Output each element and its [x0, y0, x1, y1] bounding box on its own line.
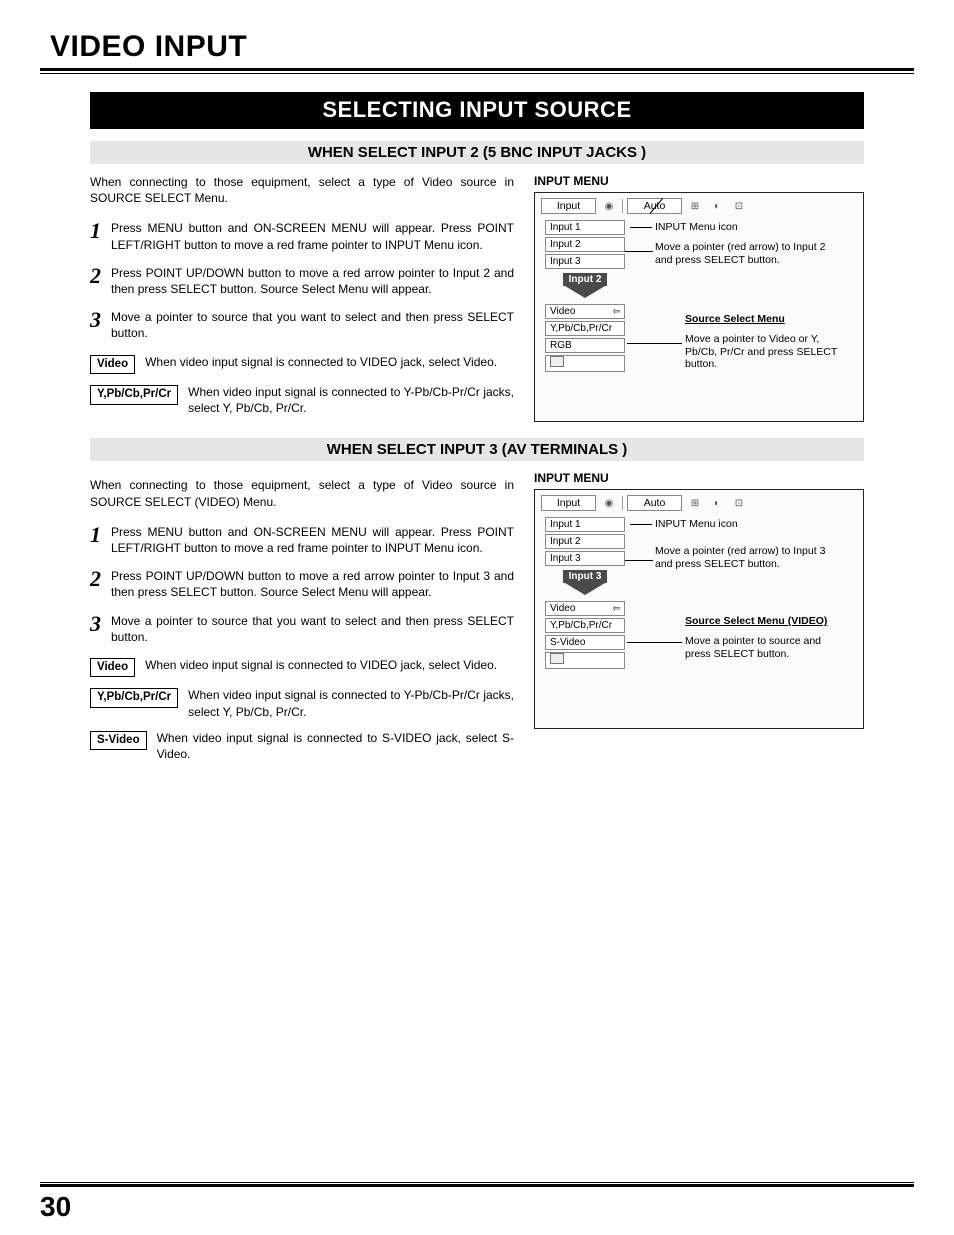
arrow-label: Input 2 — [563, 273, 608, 286]
annot-title: Source Select Menu — [685, 313, 785, 326]
source-item-label: Video — [550, 602, 575, 615]
step-num: 3 — [90, 613, 101, 645]
rule-thick — [40, 1184, 914, 1187]
close-icon — [550, 653, 564, 664]
step-num: 2 — [90, 265, 101, 297]
step-text: Move a pointer to source that you want t… — [111, 613, 514, 645]
close-icon — [550, 356, 564, 367]
source-item-label: Video — [550, 305, 575, 318]
arrow-label: Input 3 — [563, 570, 608, 583]
back-arrow-icon: ⇦ — [612, 305, 620, 318]
menu-box: Input ◉ Auto ⊞ ◐ ⊡ Input 1 Input 2 Input… — [534, 489, 864, 729]
intro-b: When connecting to those equipment, sele… — [90, 477, 514, 509]
leader-line — [627, 343, 682, 344]
sub-banner-a: WHEN SELECT INPUT 2 (5 BNC INPUT JACKS ) — [90, 141, 864, 164]
page-number: 30 — [40, 1191, 71, 1223]
nav-icon: ◉ — [600, 498, 618, 509]
option-box: Video — [90, 355, 135, 375]
annot: Move a pointer to Video or Y, Pb/Cb, Pr/… — [685, 333, 845, 371]
leader-line — [625, 560, 653, 561]
step-num: 1 — [90, 220, 101, 252]
menu-btn-input: Input — [541, 198, 596, 214]
arrow-down-icon — [565, 583, 605, 595]
leader-line — [627, 642, 682, 643]
toolbar-icon: ⊡ — [730, 498, 748, 509]
source-close — [545, 652, 625, 669]
annot: Move a pointer (red arrow) to Input 2 an… — [655, 241, 835, 266]
option-box: Y,Pb/Cb,Pr/Cr — [90, 688, 178, 708]
toolbar-icon: ⊞ — [686, 201, 704, 212]
nav-icon: ◉ — [600, 201, 618, 212]
sub-banner-b: WHEN SELECT INPUT 3 (AV TERMINALS ) — [90, 438, 864, 461]
input-item: Input 3 — [545, 254, 625, 269]
input-item: Input 1 — [545, 220, 625, 235]
annot: INPUT Menu icon — [655, 221, 738, 234]
option-text: When video input signal is connected to … — [157, 730, 514, 762]
annot: INPUT Menu icon — [655, 518, 738, 531]
step-text: Press MENU button and ON-SCREEN MENU wil… — [111, 524, 514, 556]
step-num: 2 — [90, 568, 101, 600]
menu-btn-auto: Auto — [627, 495, 682, 511]
toolbar-icon: ◐ — [708, 201, 726, 212]
option-box: Video — [90, 658, 135, 678]
step-text: Press MENU button and ON-SCREEN MENU wil… — [111, 220, 514, 252]
annot: Move a pointer (red arrow) to Input 3 an… — [655, 545, 835, 570]
leader-line — [630, 227, 652, 228]
annot-title: Source Select Menu (VIDEO) — [685, 615, 827, 628]
input-item: Input 3 — [545, 551, 625, 566]
step-text: Move a pointer to source that you want t… — [111, 309, 514, 341]
annot: Move a pointer to source and press SELEC… — [685, 635, 845, 660]
step-num: 3 — [90, 309, 101, 341]
option-text: When video input signal is connected to … — [145, 657, 514, 673]
toolbar-icon: ⊞ — [686, 498, 704, 509]
source-item: Y,Pb/Cb,Pr/Cr — [545, 321, 625, 336]
leader-line — [630, 524, 652, 525]
section-banner: SELECTING INPUT SOURCE — [90, 92, 864, 129]
source-item: Video ⇦ — [545, 601, 625, 616]
step-text: Press POINT UP/DOWN button to move a red… — [111, 265, 514, 297]
source-item: Video ⇦ — [545, 304, 625, 319]
menu-box: Input ◉ Auto ⊞ ◐ ⊡ Input 1 Input 2 Input… — [534, 192, 864, 422]
rule-thin — [40, 1182, 914, 1183]
intro-a: When connecting to those equipment, sele… — [90, 174, 514, 206]
arrow-down-icon — [565, 286, 605, 298]
menu-btn-input: Input — [541, 495, 596, 511]
source-item: Y,Pb/Cb,Pr/Cr — [545, 618, 625, 633]
input-item: Input 2 — [545, 534, 625, 549]
option-text: When video input signal is connected to … — [188, 384, 514, 416]
toolbar-icon: ⊡ — [730, 201, 748, 212]
option-text: When video input signal is connected to … — [188, 687, 514, 719]
source-item: RGB — [545, 338, 625, 353]
source-close — [545, 355, 625, 372]
rule-thin — [40, 73, 914, 74]
option-box: S-Video — [90, 731, 147, 751]
menu-heading: INPUT MENU — [534, 174, 864, 188]
step-text: Press POINT UP/DOWN button to move a red… — [111, 568, 514, 600]
step-num: 1 — [90, 524, 101, 556]
input-item: Input 1 — [545, 517, 625, 532]
source-item: S-Video — [545, 635, 625, 650]
page-title: VIDEO INPUT — [50, 30, 914, 64]
menu-heading: INPUT MENU — [534, 471, 864, 485]
rule-thick — [40, 68, 914, 71]
back-arrow-icon: ⇦ — [612, 602, 620, 615]
option-text: When video input signal is connected to … — [145, 354, 514, 370]
leader-line — [625, 251, 653, 252]
option-box: Y,Pb/Cb,Pr/Cr — [90, 385, 178, 405]
input-item: Input 2 — [545, 237, 625, 252]
toolbar-icon: ◐ — [708, 498, 726, 509]
